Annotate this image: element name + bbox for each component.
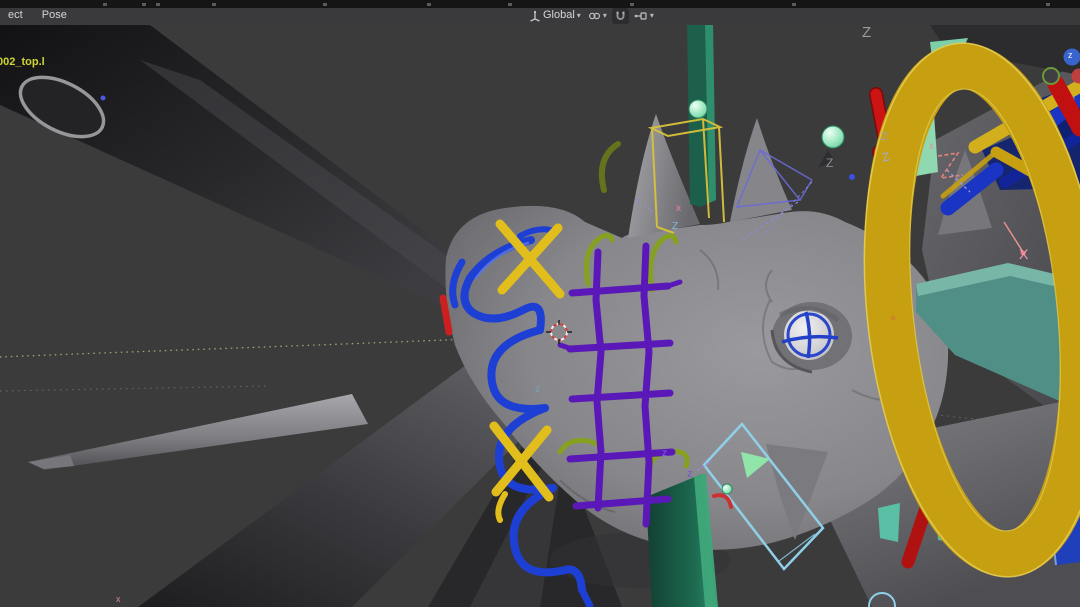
window-edge-mark (1046, 3, 1050, 6)
menu-select-partial[interactable]: ect (0, 8, 31, 23)
magnet-icon (615, 10, 626, 22)
window-edge-mark (630, 3, 634, 6)
header-menus: ect Pose (0, 8, 75, 23)
snap-target-dropdown[interactable]: ▾ (632, 9, 656, 23)
viewport-header: ect Pose Global ▾ ▾ (0, 8, 1080, 23)
pivot-point-icon (588, 10, 601, 22)
blender-window: ect Pose Global ▾ ▾ (0, 0, 1080, 607)
origin-dot (891, 316, 896, 321)
header-tools: Global ▾ ▾ (527, 8, 656, 23)
bone-sphere-handle[interactable] (822, 126, 844, 148)
window-edge-mark (103, 3, 107, 6)
window-edge-mark (212, 3, 216, 6)
chevron-down-icon: ▾ (577, 9, 581, 23)
gizmo-z-axis[interactable] (1064, 49, 1080, 66)
bone-sphere-handle[interactable] (689, 100, 707, 118)
ribbon-bottom (646, 473, 718, 607)
window-edge-mark (427, 3, 431, 6)
window-edge-mark (508, 3, 512, 6)
orientation-value: Global (543, 8, 575, 23)
transform-orientation-dropdown[interactable]: Global ▾ (527, 9, 583, 23)
snap-with-icon (634, 10, 648, 22)
window-edge-strip (0, 0, 1080, 8)
menu-pose[interactable]: Pose (34, 8, 75, 23)
pivot-point-dropdown[interactable]: ▾ (586, 9, 609, 23)
gizmo-y-axis[interactable] (1043, 68, 1059, 84)
chevron-down-icon: ▾ (603, 9, 607, 23)
viewport-3d[interactable] (0, 25, 1080, 607)
chevron-down-icon: ▾ (650, 9, 654, 23)
window-edge-mark (156, 3, 160, 6)
snap-toggle-button[interactable] (612, 8, 629, 24)
window-edge-mark (792, 3, 796, 6)
bone-sphere-handle[interactable] (722, 484, 732, 494)
orientation-axes-icon (529, 10, 541, 22)
window-edge-mark (142, 3, 146, 6)
window-edge-mark (323, 3, 327, 6)
